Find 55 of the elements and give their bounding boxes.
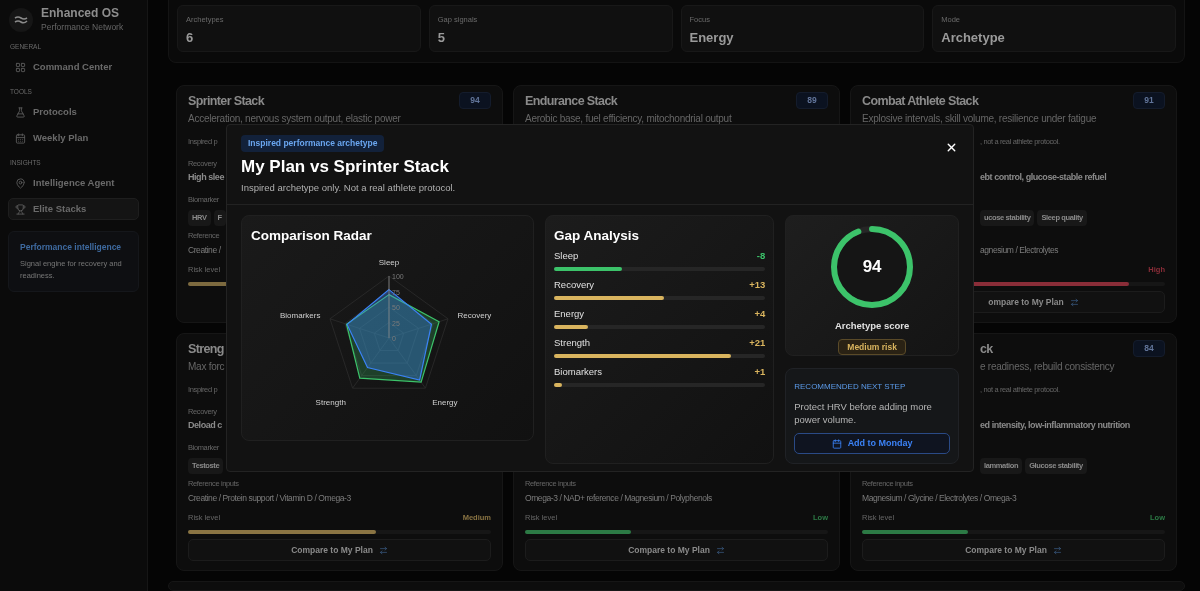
dialog-subtitle: Inspired archetype only. Not a real athlete protocol.: [241, 181, 457, 195]
brand-name: Enhanced OS: [41, 6, 121, 21]
gap-label: Energy: [554, 306, 585, 321]
brand-tagline: Performance Network: [41, 21, 124, 33]
stat-value: 6: [186, 29, 195, 47]
stat-value: Energy: [689, 29, 735, 47]
recovery-text: High slee: [188, 171, 224, 185]
card-title: Endurance Stack: [525, 93, 618, 110]
axis-label: Strength: [315, 397, 346, 407]
panel-title: Comparison Radar: [250, 227, 373, 245]
gap-label: Recovery: [554, 277, 595, 292]
recovery-text: Deload c: [188, 419, 222, 433]
score-badge: 94: [459, 92, 491, 109]
gap-value: +4: [754, 306, 766, 321]
next-step-text: Protect HRV before adding more power volume.: [794, 400, 933, 426]
reference-text: Creatine /: [188, 243, 221, 257]
gap-value: +21: [749, 335, 766, 350]
recovery-text: ed intensity, low-inflammatory nutrition: [980, 419, 1130, 433]
score-value: 94: [861, 256, 883, 278]
card-title: Sprinter Stack: [188, 93, 264, 110]
score-label: Archetype score: [834, 319, 910, 333]
score-badge: 89: [796, 92, 828, 109]
gap-label: Biomarkers: [554, 364, 603, 379]
archetype-tag: Inspired performance archetype: [241, 135, 385, 152]
card-subtitle: e readiness, rebuild consistency: [980, 359, 1115, 374]
panel-title: Gap Analysis: [554, 227, 641, 245]
reference-text: Creatine / Protein support / Vitamin D / Omega-3: [188, 491, 351, 505]
axis-label: Energy: [432, 397, 458, 407]
gap-value: -8: [756, 248, 766, 263]
dialog-title: My Plan vs Sprinter Stack: [241, 156, 450, 178]
risk-badge: Medium risk: [838, 339, 906, 355]
reference-text: agnesium / Electrolytes: [980, 243, 1059, 257]
promo-title: Performance intelligence: [20, 241, 123, 254]
gap-label: Strength: [554, 335, 590, 350]
score-badge: 91: [1133, 92, 1165, 109]
card-subtitle: Aerobic base, fuel efficiency, mitochondrial output: [525, 111, 732, 126]
card-subtitle: Acceleration, nervous system output, elastic power: [188, 111, 401, 126]
axis-label: Recovery: [457, 311, 492, 321]
reference-text: Omega-3 / NAD+ reference / Magnesium / Polyphenols: [525, 491, 712, 505]
stat-value: 5: [437, 29, 446, 47]
gap-value: +13: [749, 277, 766, 292]
reference-text: Magnesium / Glycine / Electrolytes / Omega-3: [862, 491, 1017, 505]
score-badge: 84: [1133, 340, 1165, 357]
card-title: Streng: [188, 341, 224, 358]
card-subtitle: Explosive intervals, skill volume, resilience under fatigue: [862, 111, 1097, 126]
axis-label: Sleep: [378, 258, 400, 267]
stat-value: Archetype: [941, 29, 1006, 47]
card-title: Combat Athlete Stack: [862, 93, 979, 110]
axis-label: Biomarkers: [279, 311, 321, 321]
card-subtitle: Max forc: [188, 359, 225, 374]
gap-label: Sleep: [554, 248, 579, 263]
recovery-text: ebt control, glucose-stable refuel: [980, 171, 1107, 185]
next-step-heading: RECOMMENDED NEXT STEP: [794, 381, 907, 393]
gap-value: +1: [754, 364, 766, 379]
card-title: ck: [980, 341, 993, 358]
